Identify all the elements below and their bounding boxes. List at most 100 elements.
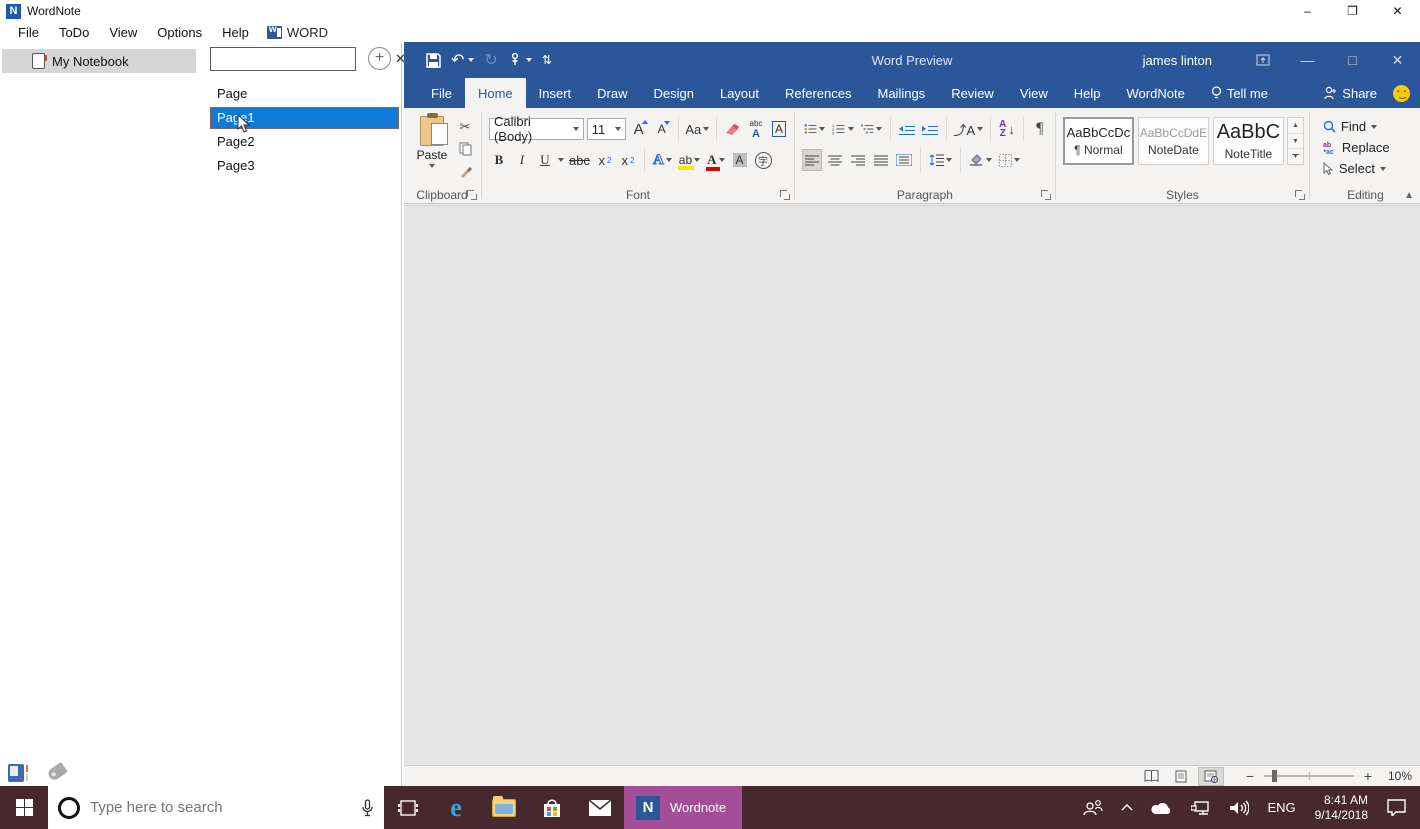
subscript-button[interactable]: x2 bbox=[595, 149, 615, 171]
character-shading-button[interactable]: A bbox=[730, 149, 750, 171]
increase-indent-button[interactable] bbox=[920, 118, 940, 140]
menu-view[interactable]: View bbox=[99, 23, 147, 42]
cut-button[interactable]: ✂ bbox=[454, 118, 476, 136]
close-button[interactable]: ✕ bbox=[1375, 0, 1420, 22]
mail-taskbar-button[interactable] bbox=[576, 786, 624, 829]
show-hidden-icons-button[interactable] bbox=[1112, 786, 1142, 829]
underline-dropdown-icon[interactable] bbox=[558, 158, 564, 162]
numbering-button[interactable]: 123 bbox=[830, 118, 855, 140]
styles-scroll-down-icon[interactable]: ▼ bbox=[1288, 134, 1303, 150]
word-close-button[interactable]: ✕ bbox=[1375, 42, 1420, 78]
page-list-item[interactable]: Page2 bbox=[210, 131, 399, 153]
decrease-indent-button[interactable] bbox=[897, 118, 917, 140]
volume-tray-icon[interactable] bbox=[1220, 786, 1258, 829]
tab-references[interactable]: References bbox=[772, 78, 864, 108]
tab-design[interactable]: Design bbox=[641, 78, 707, 108]
restore-button[interactable]: ❐ bbox=[1330, 0, 1375, 22]
word-maximize-button[interactable]: □ bbox=[1330, 42, 1375, 78]
menu-help[interactable]: Help bbox=[212, 23, 259, 42]
enclose-characters-button[interactable]: 字 bbox=[753, 149, 774, 171]
task-view-button[interactable] bbox=[384, 786, 432, 829]
paragraph-dialog-launcher-icon[interactable] bbox=[1041, 190, 1051, 200]
font-name-combo[interactable]: Calibri (Body) bbox=[489, 118, 584, 140]
sidebar-search-box[interactable]: ✕ bbox=[210, 47, 356, 71]
tab-view[interactable]: View bbox=[1007, 78, 1061, 108]
tab-wordnote[interactable]: WordNote bbox=[1114, 78, 1198, 108]
web-layout-button[interactable] bbox=[1198, 767, 1224, 786]
tab-review[interactable]: Review bbox=[938, 78, 1007, 108]
style-notedate[interactable]: AaBbCcDdE NoteDate bbox=[1138, 117, 1209, 165]
collapse-ribbon-icon[interactable]: ▲ bbox=[1404, 190, 1414, 201]
change-case-button[interactable]: Aa bbox=[685, 118, 711, 140]
show-formatting-marks-button[interactable]: ¶ bbox=[1030, 118, 1050, 140]
superscript-button[interactable]: x2 bbox=[618, 149, 638, 171]
zoom-percentage[interactable]: 10% bbox=[1382, 769, 1412, 783]
strikethrough-button[interactable]: abc bbox=[567, 149, 592, 171]
onedrive-tray-icon[interactable] bbox=[1142, 786, 1182, 829]
zoom-in-button[interactable]: + bbox=[1362, 768, 1374, 784]
file-explorer-taskbar-button[interactable] bbox=[480, 786, 528, 829]
bold-button[interactable]: B bbox=[489, 149, 509, 171]
tab-file[interactable]: File bbox=[418, 78, 465, 108]
my-notebook-button[interactable]: My Notebook bbox=[2, 49, 196, 73]
replace-button[interactable]: abac Replace bbox=[1323, 140, 1416, 155]
add-page-button[interactable]: + bbox=[368, 47, 391, 70]
font-color-button[interactable]: A bbox=[705, 149, 726, 171]
undo-icon[interactable]: ↶ bbox=[451, 50, 464, 70]
select-button[interactable]: Select bbox=[1323, 161, 1416, 176]
store-taskbar-button[interactable] bbox=[528, 786, 576, 829]
font-size-combo[interactable]: 11 bbox=[587, 118, 626, 140]
align-right-button[interactable] bbox=[848, 149, 868, 171]
select-dropdown-icon[interactable] bbox=[1380, 167, 1386, 171]
people-button[interactable] bbox=[1074, 786, 1112, 829]
page-list-item[interactable]: Page bbox=[210, 83, 399, 105]
zoom-out-button[interactable]: − bbox=[1244, 768, 1256, 784]
multilevel-list-button[interactable] bbox=[859, 118, 884, 140]
justify-button[interactable] bbox=[871, 149, 891, 171]
document-canvas[interactable] bbox=[404, 205, 1420, 765]
tab-home[interactable]: Home bbox=[465, 78, 526, 108]
undo-dropdown-icon[interactable] bbox=[468, 58, 474, 62]
underline-button[interactable]: U bbox=[535, 149, 555, 171]
action-center-button[interactable] bbox=[1378, 786, 1420, 829]
page-list-item-selected[interactable]: Page1 bbox=[210, 107, 399, 129]
text-effects-button[interactable]: A bbox=[651, 149, 674, 171]
taskbar-search-input[interactable] bbox=[90, 799, 351, 816]
word-minimize-button[interactable]: — bbox=[1285, 42, 1330, 78]
ribbon-display-options-icon[interactable] bbox=[1240, 42, 1285, 78]
font-dialog-launcher-icon[interactable] bbox=[780, 190, 790, 200]
style-normal[interactable]: AaBbCcDc ¶ Normal bbox=[1063, 117, 1134, 165]
start-button[interactable] bbox=[0, 786, 48, 829]
borders-button[interactable] bbox=[997, 149, 1022, 171]
paste-button[interactable]: Paste bbox=[410, 112, 454, 184]
tab-insert[interactable]: Insert bbox=[526, 78, 585, 108]
line-spacing-button[interactable] bbox=[927, 149, 954, 171]
shrink-font-button[interactable]: A bbox=[652, 118, 672, 140]
share-button[interactable]: Share bbox=[1324, 86, 1377, 101]
tab-help[interactable]: Help bbox=[1061, 78, 1114, 108]
align-left-button[interactable] bbox=[802, 149, 822, 171]
read-mode-button[interactable] bbox=[1138, 767, 1164, 786]
minimize-button[interactable]: – bbox=[1285, 0, 1330, 22]
network-tray-icon[interactable] bbox=[1182, 786, 1220, 829]
style-notetitle[interactable]: AaBbC NoteTitle bbox=[1213, 117, 1284, 165]
signed-in-user[interactable]: james linton bbox=[1143, 53, 1212, 68]
menu-options[interactable]: Options bbox=[147, 23, 212, 42]
bullets-button[interactable] bbox=[802, 118, 827, 140]
touch-mode-icon[interactable] bbox=[508, 52, 522, 68]
distribute-button[interactable] bbox=[894, 149, 914, 171]
highlight-color-button[interactable]: ab bbox=[677, 149, 702, 171]
zoom-slider[interactable] bbox=[1264, 775, 1354, 777]
styles-scroll-up-icon[interactable]: ▲ bbox=[1288, 118, 1303, 134]
find-dropdown-icon[interactable] bbox=[1371, 125, 1377, 129]
wordnote-taskbar-button[interactable]: N Wordnote bbox=[624, 786, 742, 829]
tab-mailings[interactable]: Mailings bbox=[865, 78, 939, 108]
microphone-icon[interactable] bbox=[361, 799, 374, 817]
styles-dialog-launcher-icon[interactable] bbox=[1295, 190, 1305, 200]
tab-draw[interactable]: Draw bbox=[584, 78, 640, 108]
menu-todo[interactable]: ToDo bbox=[49, 23, 99, 42]
paste-dropdown-icon[interactable] bbox=[429, 164, 435, 168]
language-indicator[interactable]: ENG bbox=[1258, 786, 1304, 829]
align-center-button[interactable] bbox=[825, 149, 845, 171]
feedback-smiley-icon[interactable] bbox=[1393, 85, 1410, 102]
